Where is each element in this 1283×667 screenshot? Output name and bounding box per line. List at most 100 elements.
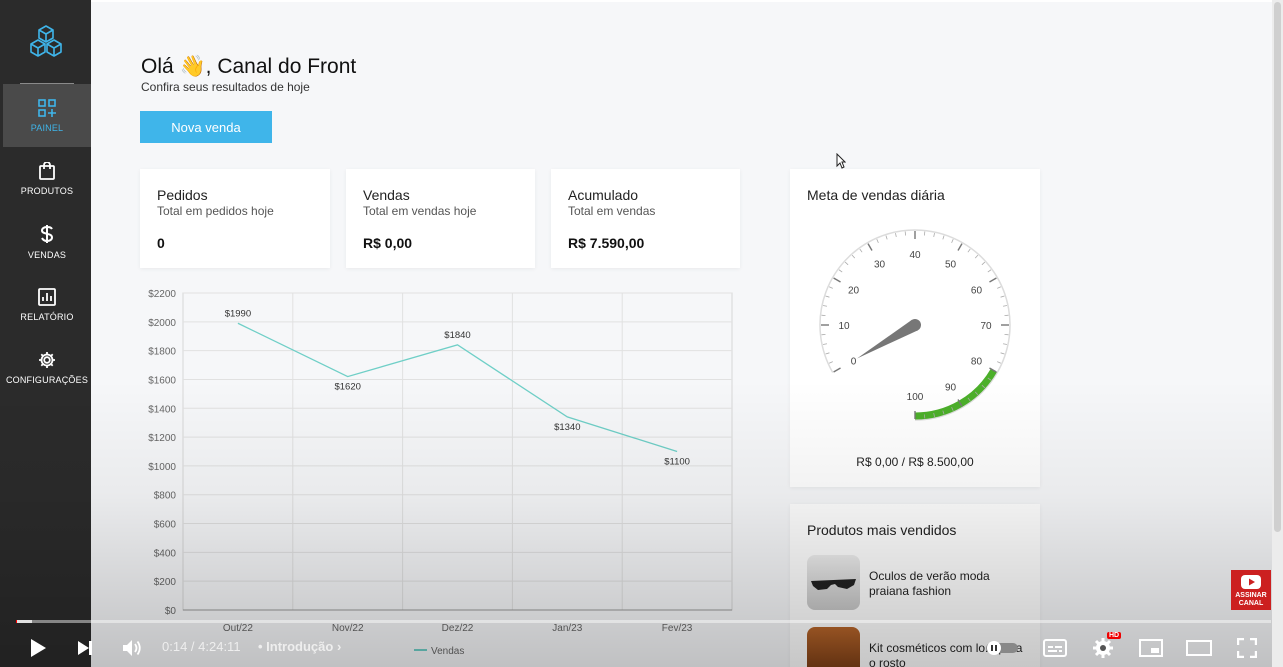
gauge-tick (1000, 352, 1005, 355)
sidebar-item-vendas[interactable]: VENDAS (3, 210, 91, 273)
fullscreen-icon (1237, 638, 1257, 658)
gauge-hub (909, 319, 921, 331)
theater-mode-button[interactable] (1185, 634, 1213, 662)
page-subtitle: Confira seus resultados de hoje (141, 80, 310, 94)
gauge-tick (967, 248, 971, 253)
top-products-title: Produtos mais vendidos (807, 522, 957, 538)
gauge-tick (989, 277, 997, 283)
y-tick-label: $2000 (148, 318, 176, 329)
data-label: $1340 (554, 422, 580, 433)
gauge-tick (867, 243, 873, 251)
miniplayer-button[interactable] (1137, 634, 1165, 662)
gauge-tick (838, 269, 843, 273)
gauge-tick (997, 286, 1002, 289)
chapter-title[interactable]: • Introdução › (258, 639, 341, 654)
card-value: R$ 0,00 (363, 235, 413, 251)
sidebar-item-configuracoes[interactable]: CONFIGURAÇÕES (3, 336, 91, 399)
gauge-tick (974, 254, 979, 259)
dollar-icon (40, 224, 54, 243)
autoplay-toggle-icon (986, 641, 1018, 655)
subscribe-label: ASSINAR CANAL (1235, 592, 1267, 607)
gauge-tick (833, 277, 841, 283)
x-tick-label: Out/22 (223, 623, 253, 634)
mouse-cursor-icon (836, 153, 846, 169)
chevron-right-icon: › (336, 639, 342, 654)
subscribe-button[interactable]: ASSINAR CANAL (1231, 570, 1271, 610)
next-icon (78, 641, 92, 655)
card-title: Vendas (363, 187, 410, 203)
gauge-tick (981, 261, 986, 266)
volume-icon (123, 640, 141, 656)
gear-icon (1093, 638, 1113, 658)
progress-bar[interactable] (16, 620, 1271, 623)
fullscreen-button[interactable] (1233, 634, 1261, 662)
card-title: Pedidos (157, 187, 208, 203)
top-edge (91, 0, 1272, 2)
sidebar-item-label: RELATÓRIO (20, 311, 74, 322)
dashboard-icon (38, 98, 56, 117)
chapter-label: • Introdução (258, 639, 334, 654)
y-tick-label: $400 (154, 548, 177, 559)
card-value: 0 (157, 235, 165, 251)
gauge-label: 60 (971, 286, 983, 297)
volume-button[interactable] (118, 634, 146, 662)
sidebar-item-label: CONFIGURAÇÕES (5, 374, 89, 385)
sidebar-item-relatorio[interactable]: RELATÓRIO (3, 273, 91, 336)
theater-mode-icon (1186, 640, 1212, 656)
gauge-tick (859, 248, 863, 253)
x-tick-label: Fev/23 (662, 623, 693, 634)
sidebar: PAINEL PRODUTOS VENDAS RELATÓRIO CONFIGU… (0, 0, 91, 667)
goal-gauge: 0 10 20 30 40 50 60 70 80 90 100 (819, 229, 1011, 421)
gauge-tick (822, 305, 828, 307)
shopping-bag-icon (39, 161, 55, 180)
gauge-label: 90 (945, 382, 957, 393)
gauge-label: 30 (874, 260, 886, 271)
product-thumbnail-sunglasses[interactable] (807, 555, 860, 610)
goal-title: Meta de vendas diária (807, 187, 945, 203)
scrollbar[interactable] (1272, 0, 1283, 667)
sidebar-item-painel[interactable]: PAINEL (3, 84, 91, 147)
sunglasses-icon (811, 579, 856, 590)
series-line-vendas (237, 322, 678, 453)
logo[interactable] (0, 0, 91, 84)
gauge-label: 10 (838, 321, 850, 332)
gauge-tick (895, 232, 897, 238)
sales-line-chart: $0 $200 $400 $600 $800 $1000 $1200 $1400 $1600 $1… (148, 289, 733, 657)
gauge-tick (1000, 295, 1005, 298)
stat-card-pedidos: Pedidos Total em pedidos hoje 0 (140, 169, 330, 268)
youtube-logo-icon (1241, 575, 1261, 589)
report-icon (38, 287, 56, 306)
x-tick-label: Nov/22 (332, 623, 364, 634)
y-tick-label: $800 (154, 491, 177, 502)
subtitles-button[interactable] (1041, 634, 1069, 662)
gauge-tick (951, 238, 954, 243)
y-tick-label: $1200 (148, 433, 176, 444)
gauge-tick (825, 295, 830, 298)
gauge-tick (1002, 343, 1008, 345)
y-tick-label: $200 (154, 577, 177, 588)
stat-card-vendas: Vendas Total em vendas hoje R$ 0,00 (346, 169, 535, 268)
x-tick-label: Dez/22 (442, 623, 474, 634)
card-subtitle: Total em vendas hoje (363, 204, 477, 218)
gauge-label: 100 (907, 392, 924, 403)
card-subtitle: Total em vendas (568, 204, 656, 218)
data-label: $1620 (334, 382, 360, 393)
y-tick-label: $600 (154, 520, 177, 531)
settings-button[interactable]: HD (1089, 632, 1122, 662)
goal-value: R$ 0,00 / R$ 8.500,00 (856, 455, 974, 469)
new-sale-button[interactable]: Nova venda (140, 111, 272, 143)
y-tick-label: $1400 (148, 404, 176, 415)
gauge-tick (833, 367, 841, 373)
sidebar-item-produtos[interactable]: PRODUTOS (3, 147, 91, 210)
product-name[interactable]: Oculos de verão moda praiana fashion (869, 569, 1029, 599)
scrollbar-thumb[interactable] (1274, 2, 1281, 532)
product-thumbnail-cosmetics[interactable] (807, 627, 860, 667)
gauge-tick (957, 243, 963, 251)
gauge-needle (856, 319, 918, 359)
gear-icon (39, 351, 55, 368)
gauge-label: 0 (851, 357, 857, 368)
gauge-tick (885, 235, 888, 240)
play-button[interactable] (24, 634, 52, 662)
autoplay-toggle[interactable] (984, 638, 1020, 658)
next-button[interactable] (71, 634, 99, 662)
